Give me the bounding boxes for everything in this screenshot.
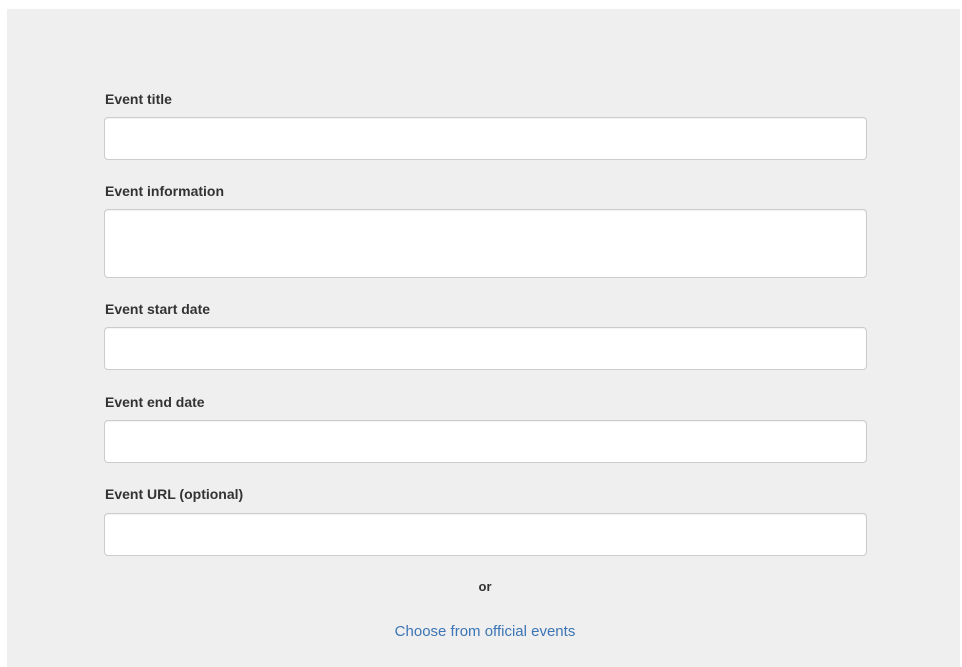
event-title-label: Event title (105, 91, 172, 107)
event-url-input[interactable] (104, 513, 867, 556)
event-url-label: Event URL (optional) (105, 486, 244, 502)
event-title-input[interactable] (104, 117, 867, 160)
event-start-date-label: Event start date (105, 301, 211, 317)
or-separator: or (478, 579, 492, 594)
event-start-date-input[interactable] (104, 327, 867, 370)
event-information-label: Event information (105, 183, 225, 199)
event-end-date-input[interactable] (104, 420, 867, 463)
event-end-date-label: Event end date (105, 394, 205, 410)
choose-official-events-link[interactable]: Choose from official events (395, 623, 576, 640)
official-events-link-row: Choose from official events (0, 623, 962, 641)
event-information-textarea[interactable] (104, 209, 867, 278)
